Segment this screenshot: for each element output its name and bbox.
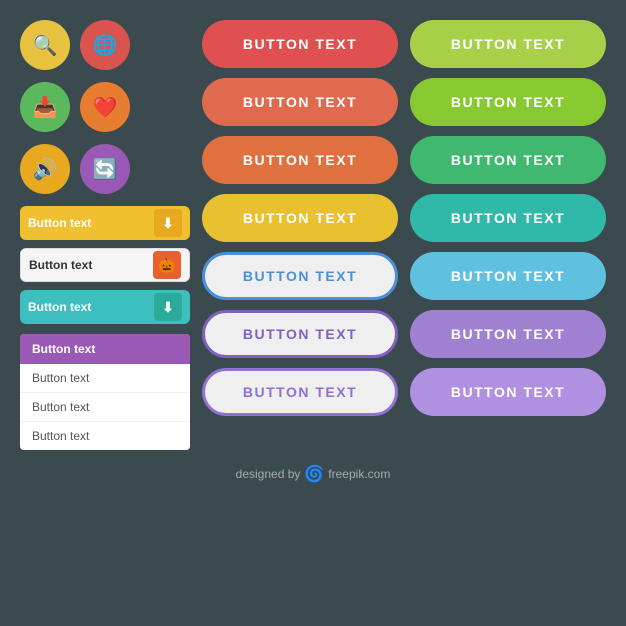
button-light-blue[interactable]: BUTTON TEXT	[410, 252, 606, 300]
button-light-blue-label: BUTTON TEXT	[451, 268, 565, 284]
refresh-icon-button[interactable]: 🔄	[80, 144, 130, 194]
button-outlined-purple-label: BUTTON TEXT	[243, 326, 357, 342]
small-button-row-3: Button text ⬇	[20, 290, 190, 324]
small-button-teal[interactable]: Button text ⬇	[20, 290, 190, 324]
small-button-white-label: Button text	[29, 258, 92, 272]
button-green-label: BUTTON TEXT	[451, 152, 565, 168]
button-purple-solid[interactable]: BUTTON TEXT	[410, 310, 606, 358]
middle-column: BUTTON TEXT BUTTON TEXT BUTTON TEXT BUTT…	[202, 20, 398, 450]
button-orange-label: BUTTON TEXT	[243, 152, 357, 168]
button-outlined-blue[interactable]: BUTTON TEXT	[202, 252, 398, 300]
pumpkin-small-icon: 🎃	[153, 251, 181, 279]
left-column: 🔍 🌐 📥 ❤️ 🔊 🔄 Button text ⬇ Button text 🎃	[20, 20, 190, 450]
button-red-label: BUTTON TEXT	[243, 36, 357, 52]
small-button-yellow-label: Button text	[28, 216, 91, 230]
dropdown-list: Button text Button text Button text Butt…	[20, 334, 190, 450]
button-teal[interactable]: BUTTON TEXT	[410, 194, 606, 242]
dropdown-item-2[interactable]: Button text	[20, 393, 190, 422]
button-outlined-purple[interactable]: BUTTON TEXT	[202, 310, 398, 358]
right-column: BUTTON TEXT BUTTON TEXT BUTTON TEXT BUTT…	[410, 20, 606, 450]
button-lavender[interactable]: BUTTON TEXT	[410, 368, 606, 416]
globe-icon-button[interactable]: 🌐	[80, 20, 130, 70]
button-light-green[interactable]: BUTTON TEXT	[410, 20, 606, 68]
footer-text: designed by	[236, 467, 301, 481]
button-salmon-label: BUTTON TEXT	[243, 94, 357, 110]
button-red[interactable]: BUTTON TEXT	[202, 20, 398, 68]
button-salmon[interactable]: BUTTON TEXT	[202, 78, 398, 126]
button-purple-solid-label: BUTTON TEXT	[451, 326, 565, 342]
button-light-green-label: BUTTON TEXT	[451, 36, 565, 52]
button-teal-label: BUTTON TEXT	[451, 210, 565, 226]
freepik-logo-icon: 🌀	[304, 464, 324, 484]
small-button-row-1: Button text ⬇	[20, 206, 190, 240]
download-small-icon: ⬇	[154, 209, 182, 237]
search-icon-button[interactable]: 🔍	[20, 20, 70, 70]
download-teal-icon: ⬇	[154, 293, 182, 321]
download-icon-button[interactable]: 📥	[20, 82, 70, 132]
footer: designed by 🌀 freepik.com	[236, 464, 391, 484]
dropdown-header[interactable]: Button text	[20, 334, 190, 364]
button-outlined-purple2[interactable]: BUTTON TEXT	[202, 368, 398, 416]
small-button-row-2: Button text 🎃	[20, 248, 190, 282]
button-lime-label: BUTTON TEXT	[451, 94, 565, 110]
footer-brand: freepik.com	[328, 467, 390, 481]
button-outlined-purple2-label: BUTTON TEXT	[243, 384, 357, 400]
icon-row-3: 🔊 🔄	[20, 144, 190, 194]
sound-icon-button[interactable]: 🔊	[20, 144, 70, 194]
icon-row-1: 🔍 🌐	[20, 20, 190, 70]
button-yellow[interactable]: BUTTON TEXT	[202, 194, 398, 242]
dropdown-item-3[interactable]: Button text	[20, 422, 190, 450]
button-orange[interactable]: BUTTON TEXT	[202, 136, 398, 184]
button-lavender-label: BUTTON TEXT	[451, 384, 565, 400]
button-yellow-label: BUTTON TEXT	[243, 210, 357, 226]
dropdown-item-1[interactable]: Button text	[20, 364, 190, 393]
icon-row-2: 📥 ❤️	[20, 82, 190, 132]
button-lime[interactable]: BUTTON TEXT	[410, 78, 606, 126]
heart-icon-button[interactable]: ❤️	[80, 82, 130, 132]
button-outlined-blue-label: BUTTON TEXT	[243, 268, 357, 284]
small-button-teal-label: Button text	[28, 300, 91, 314]
main-content: 🔍 🌐 📥 ❤️ 🔊 🔄 Button text ⬇ Button text 🎃	[20, 20, 606, 450]
small-button-white[interactable]: Button text 🎃	[20, 248, 190, 282]
button-green[interactable]: BUTTON TEXT	[410, 136, 606, 184]
small-button-yellow[interactable]: Button text ⬇	[20, 206, 190, 240]
